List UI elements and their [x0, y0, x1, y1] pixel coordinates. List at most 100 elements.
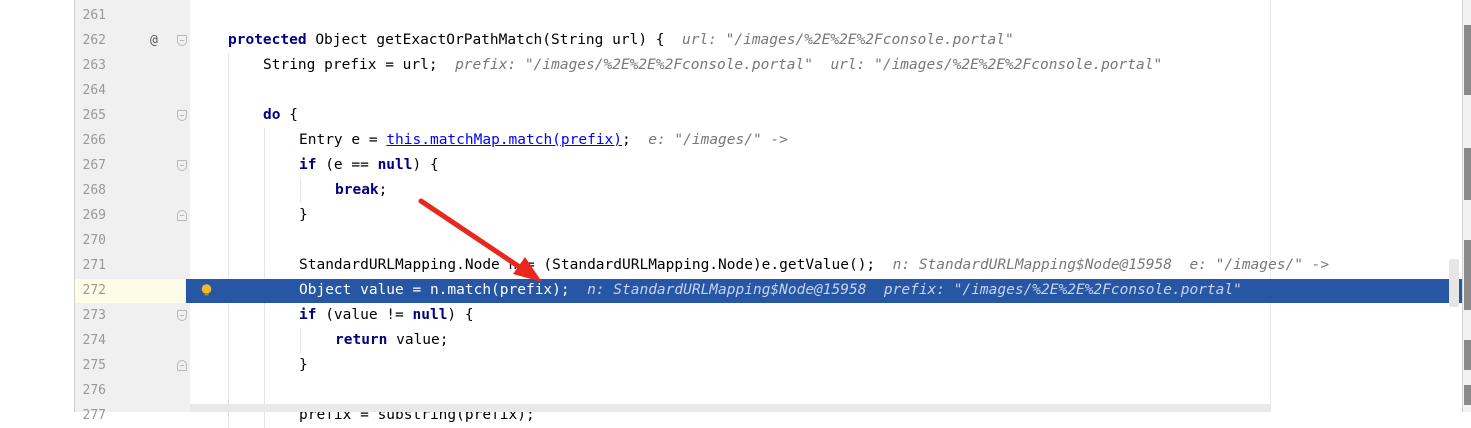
execution-point-line[interactable]: 272 Object value = n.match(prefix); n: S… [0, 278, 1462, 303]
code-line[interactable]: 275 } [0, 353, 1462, 378]
keyword-return: return [335, 332, 388, 348]
indent-guide [228, 178, 229, 203]
line-number[interactable]: 273 [74, 303, 106, 328]
code-text[interactable]: String prefix = url; prefix: "/images/%2… [263, 53, 1162, 78]
code-text[interactable]: Object value = n.match(prefix); n: Stand… [299, 278, 1242, 303]
side-tab-icon[interactable] [1464, 385, 1471, 405]
code-text[interactable]: StandardURLMapping.Node n = (StandardURL… [299, 253, 1329, 278]
line-number[interactable]: 264 [74, 78, 106, 103]
line-number[interactable]: 274 [74, 328, 106, 353]
code-line[interactable]: 266 Entry e = this.matchMap.match(prefix… [0, 128, 1462, 153]
code-line[interactable]: 264 [0, 78, 1462, 103]
code-line[interactable]: 265 do { [0, 103, 1462, 128]
code-line[interactable]: 273 if (value != null) { [0, 303, 1462, 328]
code-text[interactable]: } [299, 353, 308, 378]
line-number[interactable]: 272 [74, 278, 106, 303]
code-line[interactable]: 262 @ protected Object getExactOrPathMat… [0, 28, 1462, 53]
horizontal-scrollbar[interactable] [190, 404, 1270, 412]
indent-guide [264, 353, 265, 378]
indent-guide [300, 178, 301, 203]
method-declaration[interactable]: protected Object getExactOrPathMatch(Str… [228, 28, 1014, 53]
code-text[interactable]: if (value != null) { [299, 303, 474, 328]
indent-guide [264, 203, 265, 228]
code-text[interactable]: } [299, 203, 308, 228]
indent-guide [228, 253, 229, 278]
indent-guide [228, 128, 229, 153]
fold-icon[interactable] [177, 160, 187, 171]
indent-guide [228, 328, 229, 353]
keyword-if: if [299, 157, 317, 173]
indent-guide [228, 353, 229, 378]
line-number[interactable]: 271 [74, 253, 106, 278]
line-number[interactable]: 263 [74, 53, 106, 78]
code-line[interactable]: 274 return value; [0, 328, 1462, 353]
line-number[interactable]: 262 [74, 28, 106, 53]
indent-guide [228, 228, 229, 253]
indent-guide [228, 378, 229, 403]
signature-rest: Object getExactOrPathMatch(String url) { [315, 32, 665, 48]
code-line[interactable]: 276 [0, 378, 1462, 403]
line-number[interactable]: 268 [74, 178, 106, 203]
code-line[interactable]: 263 String prefix = url; prefix: "/image… [0, 53, 1462, 78]
method-call-link[interactable]: this.matchMap.match(prefix) [386, 132, 622, 148]
right-tool-strip[interactable] [1462, 0, 1471, 412]
line-number[interactable]: 275 [74, 353, 106, 378]
line-number[interactable]: 266 [74, 128, 106, 153]
code-statement: Entry e = [299, 132, 387, 148]
code-line[interactable]: 267 if (e == null) { [0, 153, 1462, 178]
inline-debug-hint: prefix: "/images/%2E%2E%2Fconsole.portal… [455, 57, 1163, 73]
at-sign-icon[interactable]: @ [150, 28, 158, 53]
code-punctuation: ; [622, 132, 631, 148]
code-text[interactable]: break; [335, 178, 387, 203]
code-line[interactable]: 270 [0, 228, 1462, 253]
line-number[interactable]: 267 [74, 153, 106, 178]
indent-guide [300, 328, 301, 353]
line-number[interactable]: 261 [74, 3, 106, 28]
indent-guide [228, 203, 229, 228]
indent-guide [228, 53, 229, 78]
indent-guide [264, 228, 265, 253]
side-tab-icon[interactable] [1464, 25, 1471, 95]
keyword-protected: protected [228, 32, 307, 48]
scrollbar-thumb[interactable] [1449, 259, 1459, 307]
side-tab-icon[interactable] [1464, 240, 1471, 310]
line-number[interactable]: 277 [74, 403, 106, 428]
indent-guide [264, 378, 265, 403]
line-number[interactable]: 276 [74, 378, 106, 403]
fold-icon[interactable] [177, 110, 187, 121]
line-number[interactable]: 265 [74, 103, 106, 128]
indent-guide [228, 103, 229, 128]
fold-icon[interactable] [177, 35, 187, 46]
code-line[interactable]: 261 [0, 3, 1462, 28]
side-tab-icon[interactable] [1464, 340, 1471, 370]
code-line[interactable]: 271 StandardURLMapping.Node n = (Standar… [0, 253, 1462, 278]
fold-icon[interactable] [177, 360, 187, 371]
inline-debug-hint: e: "/images/" -> [648, 132, 788, 148]
inline-debug-hint: n: StandardURLMapping$Node@15958 e: "/im… [892, 257, 1330, 273]
indent-guide [264, 328, 265, 353]
line-number[interactable]: 270 [74, 228, 106, 253]
fold-icon[interactable] [177, 310, 187, 321]
side-tab-icon[interactable] [1464, 148, 1471, 200]
indent-guide [264, 253, 265, 278]
indent-guide [264, 178, 265, 203]
code-text[interactable]: return value; [335, 328, 449, 353]
lightbulb-icon[interactable] [200, 284, 213, 296]
code-text[interactable]: Entry e = this.matchMap.match(prefix); e… [299, 128, 788, 153]
inline-debug-hint: url: "/images/%2E%2E%2Fconsole.portal" [681, 32, 1014, 48]
code-line[interactable]: 268 break; [0, 178, 1462, 203]
line-number[interactable]: 269 [74, 203, 106, 228]
keyword-null: null [412, 307, 448, 323]
code-statement: String prefix = url; [263, 57, 438, 73]
keyword-do: do [263, 107, 281, 123]
code-text[interactable]: if (e == null) { [299, 153, 439, 178]
keyword-break: break [335, 182, 379, 198]
inline-debug-hint: n: StandardURLMapping$Node@15958 prefix:… [587, 282, 1242, 298]
code-statement: Object value = n.match(prefix); [299, 282, 570, 298]
code-statement: StandardURLMapping.Node n = (StandardURL… [299, 257, 876, 273]
code-text[interactable]: do { [263, 103, 298, 128]
code-line[interactable]: 269 } [0, 203, 1462, 228]
indent-guide [264, 153, 265, 178]
fold-icon[interactable] [177, 210, 187, 221]
indent-guide [264, 128, 265, 153]
